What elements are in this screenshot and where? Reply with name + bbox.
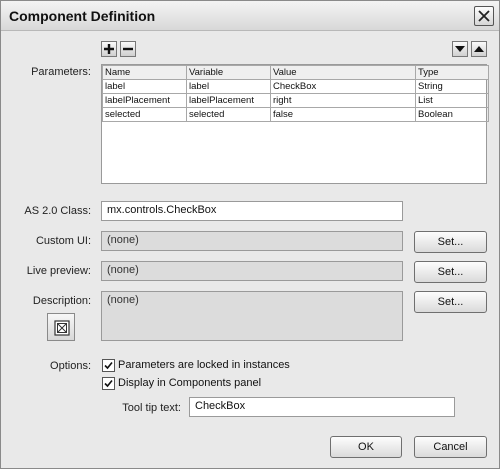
display-in-panel-checkbox[interactable]: [102, 377, 115, 390]
parameters-table[interactable]: Name Variable Value Type label label Che…: [101, 64, 489, 184]
close-x-icon: [478, 10, 490, 22]
table-row[interactable]: selected selected false Boolean: [102, 107, 489, 122]
cancel-button[interactable]: Cancel: [414, 436, 487, 458]
component-definition-dialog: Component Definition Parameters: Name Va…: [0, 0, 500, 469]
description-icon-button[interactable]: [47, 313, 75, 341]
title-bar: Component Definition: [1, 1, 499, 31]
plus-icon: [104, 44, 114, 54]
tooltip-label: Tool tip text:: [122, 402, 181, 414]
cell-type[interactable]: List: [415, 93, 489, 108]
column-header-value[interactable]: Value: [270, 65, 416, 80]
remove-parameter-button[interactable]: [120, 41, 136, 57]
triangle-up-icon: [474, 46, 484, 52]
triangle-down-icon: [455, 46, 465, 52]
description-set-button[interactable]: Set...: [414, 291, 487, 313]
cell-name[interactable]: label: [102, 79, 187, 94]
cell-value[interactable]: CheckBox: [270, 79, 416, 94]
minus-icon: [123, 47, 133, 51]
live-preview-set-button[interactable]: Set...: [414, 261, 487, 283]
move-up-button[interactable]: [471, 41, 487, 57]
live-preview-label: Live preview:: [26, 265, 91, 277]
add-parameter-button[interactable]: [101, 41, 117, 57]
checkmark-icon: [104, 379, 113, 388]
description-label: Description:: [32, 295, 91, 307]
tooltip-input[interactable]: CheckBox: [189, 397, 455, 417]
cell-variable[interactable]: selected: [186, 107, 271, 122]
cell-type[interactable]: Boolean: [415, 107, 489, 122]
cell-value[interactable]: false: [270, 107, 416, 122]
ok-button[interactable]: OK: [330, 436, 402, 458]
dialog-title: Component Definition: [9, 8, 156, 24]
checkmark-icon: [104, 361, 113, 370]
cell-variable[interactable]: label: [186, 79, 271, 94]
move-down-button[interactable]: [452, 41, 468, 57]
cell-name[interactable]: labelPlacement: [102, 93, 187, 108]
close-button[interactable]: [474, 6, 494, 26]
table-header-row: Name Variable Value Type: [102, 65, 489, 80]
table-row[interactable]: labelPlacement labelPlacement right List: [102, 93, 489, 108]
custom-ui-field: (none): [101, 231, 403, 251]
column-header-type[interactable]: Type: [415, 65, 489, 80]
as-class-label: AS 2.0 Class:: [24, 205, 91, 217]
as-class-input[interactable]: mx.controls.CheckBox: [101, 201, 403, 221]
table-row[interactable]: label label CheckBox String: [102, 79, 489, 94]
lock-parameters-checkbox[interactable]: [102, 359, 115, 372]
description-icon: [54, 320, 70, 336]
column-header-variable[interactable]: Variable: [186, 65, 271, 80]
cell-variable[interactable]: labelPlacement: [186, 93, 271, 108]
custom-ui-set-button[interactable]: Set...: [414, 231, 487, 253]
display-in-panel-label[interactable]: Display in Components panel: [118, 377, 261, 389]
options-label: Options:: [50, 360, 91, 372]
cell-value[interactable]: right: [270, 93, 416, 108]
live-preview-field: (none): [101, 261, 403, 281]
cell-name[interactable]: selected: [102, 107, 187, 122]
column-header-name[interactable]: Name: [102, 65, 187, 80]
parameters-label: Parameters:: [31, 66, 91, 78]
custom-ui-label: Custom UI:: [35, 235, 91, 247]
description-field: (none): [101, 291, 403, 341]
lock-parameters-label[interactable]: Parameters are locked in instances: [118, 359, 290, 371]
cell-type[interactable]: String: [415, 79, 489, 94]
